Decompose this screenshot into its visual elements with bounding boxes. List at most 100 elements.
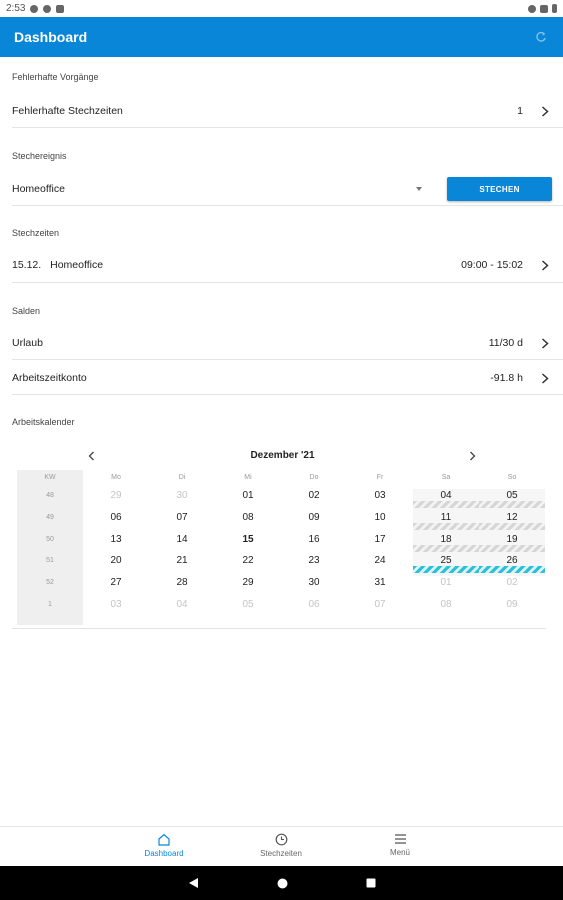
calendar-kw-header: KW <box>44 474 56 481</box>
calendar-weekend-marker <box>479 501 545 508</box>
stechen-button[interactable]: STECHEN <box>447 177 552 201</box>
calendar-day[interactable]: 20 <box>83 555 149 566</box>
calendar-day[interactable]: 19 <box>479 534 545 545</box>
calendar-day[interactable]: 13 <box>83 534 149 545</box>
calendar-day[interactable]: 21 <box>149 555 215 566</box>
sim-icon <box>56 4 65 13</box>
calendar-day[interactable]: 25 <box>413 555 479 566</box>
calendar-day[interactable]: 03 <box>347 490 413 501</box>
calendar-day[interactable]: 12 <box>479 512 545 523</box>
nav-menu[interactable]: Menü <box>360 833 440 857</box>
nav-dashboard[interactable]: Dashboard <box>124 833 204 858</box>
calendar-holiday-marker <box>479 566 545 574</box>
section-label-errors: Fehlerhafte Vorgänge <box>12 72 99 82</box>
calendar-day[interactable]: 14 <box>149 534 215 545</box>
home-button-icon[interactable] <box>277 878 288 889</box>
page-title: Dashboard <box>14 29 88 45</box>
divider <box>12 205 563 206</box>
calendar-day[interactable]: 29 <box>215 577 281 588</box>
calendar-week-number: 48 <box>46 492 54 499</box>
calendar-day[interactable]: 16 <box>281 534 347 545</box>
status-bar: 2:53 <box>0 0 563 17</box>
divider <box>12 394 563 395</box>
calendar-day[interactable]: 04 <box>149 599 215 610</box>
calendar-day[interactable]: 11 <box>413 512 479 523</box>
back-icon[interactable] <box>188 877 199 889</box>
chevron-right-icon[interactable] <box>465 449 479 463</box>
calendar-day[interactable]: 28 <box>149 577 215 588</box>
divider <box>12 628 546 629</box>
time-entry-row[interactable]: 15.12. Homeoffice 09:00 - 15:02 <box>0 255 563 275</box>
calendar-day[interactable]: 08 <box>215 512 281 523</box>
calendar-day[interactable]: 04 <box>413 490 479 501</box>
chevron-left-icon[interactable] <box>84 449 98 463</box>
chevron-right-icon <box>539 337 551 349</box>
calendar-day[interactable]: 07 <box>347 599 413 610</box>
bottom-navigation: Dashboard Stechzeiten Menü <box>0 826 563 866</box>
refresh-icon[interactable] <box>533 29 549 45</box>
clock-icon <box>275 833 287 846</box>
calendar-day[interactable]: 23 <box>281 555 347 566</box>
home-icon <box>158 833 170 846</box>
signal-icon <box>540 4 548 13</box>
time-entry-range: 09:00 - 15:02 <box>461 259 523 271</box>
app-bar: Dashboard <box>0 17 563 57</box>
balance-row-worktime[interactable]: Arbeitszeitkonto -91.8 h <box>0 368 563 388</box>
nav-stechzeiten[interactable]: Stechzeiten <box>241 833 321 858</box>
error-times-row[interactable]: Fehlerhafte Stechzeiten 1 <box>0 101 563 121</box>
calendar-day[interactable]: 30 <box>149 490 215 501</box>
dropdown-arrow-icon <box>416 187 422 191</box>
battery-icon <box>552 4 557 13</box>
calendar-weekday-header: So <box>507 474 517 481</box>
error-times-label: Fehlerhafte Stechzeiten <box>12 105 123 117</box>
divider <box>12 127 563 128</box>
calendar-day[interactable]: 07 <box>149 512 215 523</box>
calendar-day[interactable]: 31 <box>347 577 413 588</box>
calendar-day[interactable]: 18 <box>413 534 479 545</box>
system-navigation-bar <box>0 866 563 900</box>
recents-icon[interactable] <box>366 878 376 888</box>
calendar-day[interactable]: 09 <box>281 512 347 523</box>
divider <box>12 359 563 360</box>
calendar-week-number: 52 <box>46 579 54 587</box>
time-entry-type: Homeoffice <box>50 259 104 271</box>
calendar-day[interactable]: 05 <box>215 599 281 610</box>
calendar-weekday-header: Do <box>309 474 319 481</box>
calendar-day[interactable]: 02 <box>281 490 347 501</box>
calendar-header: Dezember '21 <box>0 447 563 467</box>
calendar-month: Dezember '21 <box>250 450 315 461</box>
calendar-day[interactable]: 10 <box>347 512 413 523</box>
section-label-balances: Salden <box>12 306 41 316</box>
calendar-day[interactable]: 26 <box>479 555 545 566</box>
calendar-day[interactable]: 27 <box>83 577 149 588</box>
calendar-weekend-marker <box>479 544 545 552</box>
calendar-day[interactable]: 02 <box>479 577 545 588</box>
balance-label: Arbeitszeitkonto <box>12 372 87 384</box>
wifi-icon <box>528 4 536 13</box>
balance-value: -91.8 h <box>490 372 523 384</box>
calendar-day[interactable]: 29 <box>83 490 149 501</box>
event-type-value: Homeoffice <box>12 183 65 195</box>
calendar-day[interactable]: 01 <box>215 490 281 501</box>
calendar-weekend-marker <box>413 522 479 530</box>
calendar-day[interactable]: 08 <box>413 599 479 610</box>
event-type-dropdown[interactable]: Homeoffice <box>12 183 422 195</box>
calendar-day[interactable]: 05 <box>479 490 545 501</box>
calendar-week-number: 49 <box>46 513 54 521</box>
calendar-day[interactable]: 30 <box>281 577 347 588</box>
calendar-weekday-header: Di <box>178 474 186 481</box>
balance-row-vacation[interactable]: Urlaub 11/30 d <box>0 333 563 353</box>
calendar-day[interactable]: 01 <box>413 577 479 588</box>
calendar-weekday-header: Sa <box>441 474 451 481</box>
calendar-day[interactable]: 17 <box>347 534 413 545</box>
calendar-day[interactable]: 03 <box>83 599 149 610</box>
calendar-day[interactable]: 15 <box>215 534 281 545</box>
calendar-week-number: 50 <box>46 535 54 543</box>
calendar-weekday-header: Mi <box>244 474 252 481</box>
calendar-day[interactable]: 22 <box>215 555 281 566</box>
nav-label: Dashboard <box>144 849 184 858</box>
calendar-day[interactable]: 09 <box>479 599 545 610</box>
calendar-day[interactable]: 24 <box>347 555 413 566</box>
calendar-day[interactable]: 06 <box>83 512 149 523</box>
calendar-day[interactable]: 06 <box>281 599 347 610</box>
